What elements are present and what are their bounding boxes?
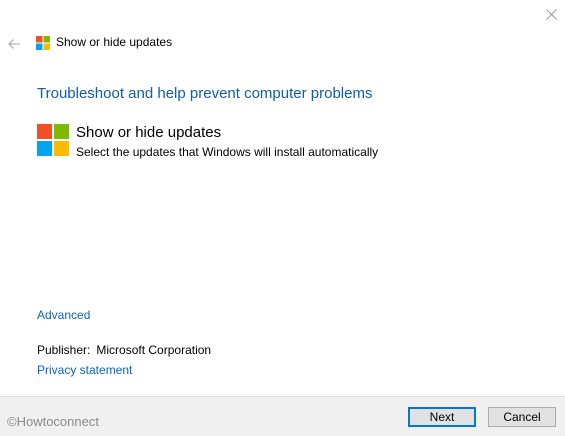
- watermark: ©Howtoconnect: [7, 414, 99, 429]
- next-button[interactable]: Next: [408, 407, 476, 427]
- page-heading: Troubleshoot and help prevent computer p…: [37, 85, 373, 102]
- back-arrow-icon: [8, 39, 20, 49]
- privacy-statement-link[interactable]: Privacy statement: [37, 363, 132, 377]
- title-bar: Show or hide updates: [0, 30, 565, 58]
- windows-logo-icon: [37, 124, 69, 156]
- close-icon: [545, 8, 557, 20]
- close-button[interactable]: [540, 4, 562, 24]
- back-button[interactable]: [5, 35, 23, 53]
- window-title: Show or hide updates: [56, 35, 173, 49]
- windows-logo-icon: [36, 36, 50, 50]
- publisher-label: Publisher:: [37, 343, 91, 357]
- troubleshooter-item[interactable]: Show or hide updates Select the updates …: [37, 124, 517, 159]
- advanced-link[interactable]: Advanced: [37, 308, 90, 322]
- publisher-info: Publisher: Microsoft Corporation: [37, 343, 211, 357]
- footer-bar: ©Howtoconnect Next Cancel: [0, 396, 565, 436]
- dialog-window: Show or hide updates Troubleshoot and he…: [0, 0, 565, 436]
- item-title: Show or hide updates: [76, 124, 222, 141]
- publisher-value: Microsoft Corporation: [96, 343, 212, 357]
- item-description: Select the updates that Windows will ins…: [76, 145, 379, 159]
- cancel-button[interactable]: Cancel: [488, 407, 556, 427]
